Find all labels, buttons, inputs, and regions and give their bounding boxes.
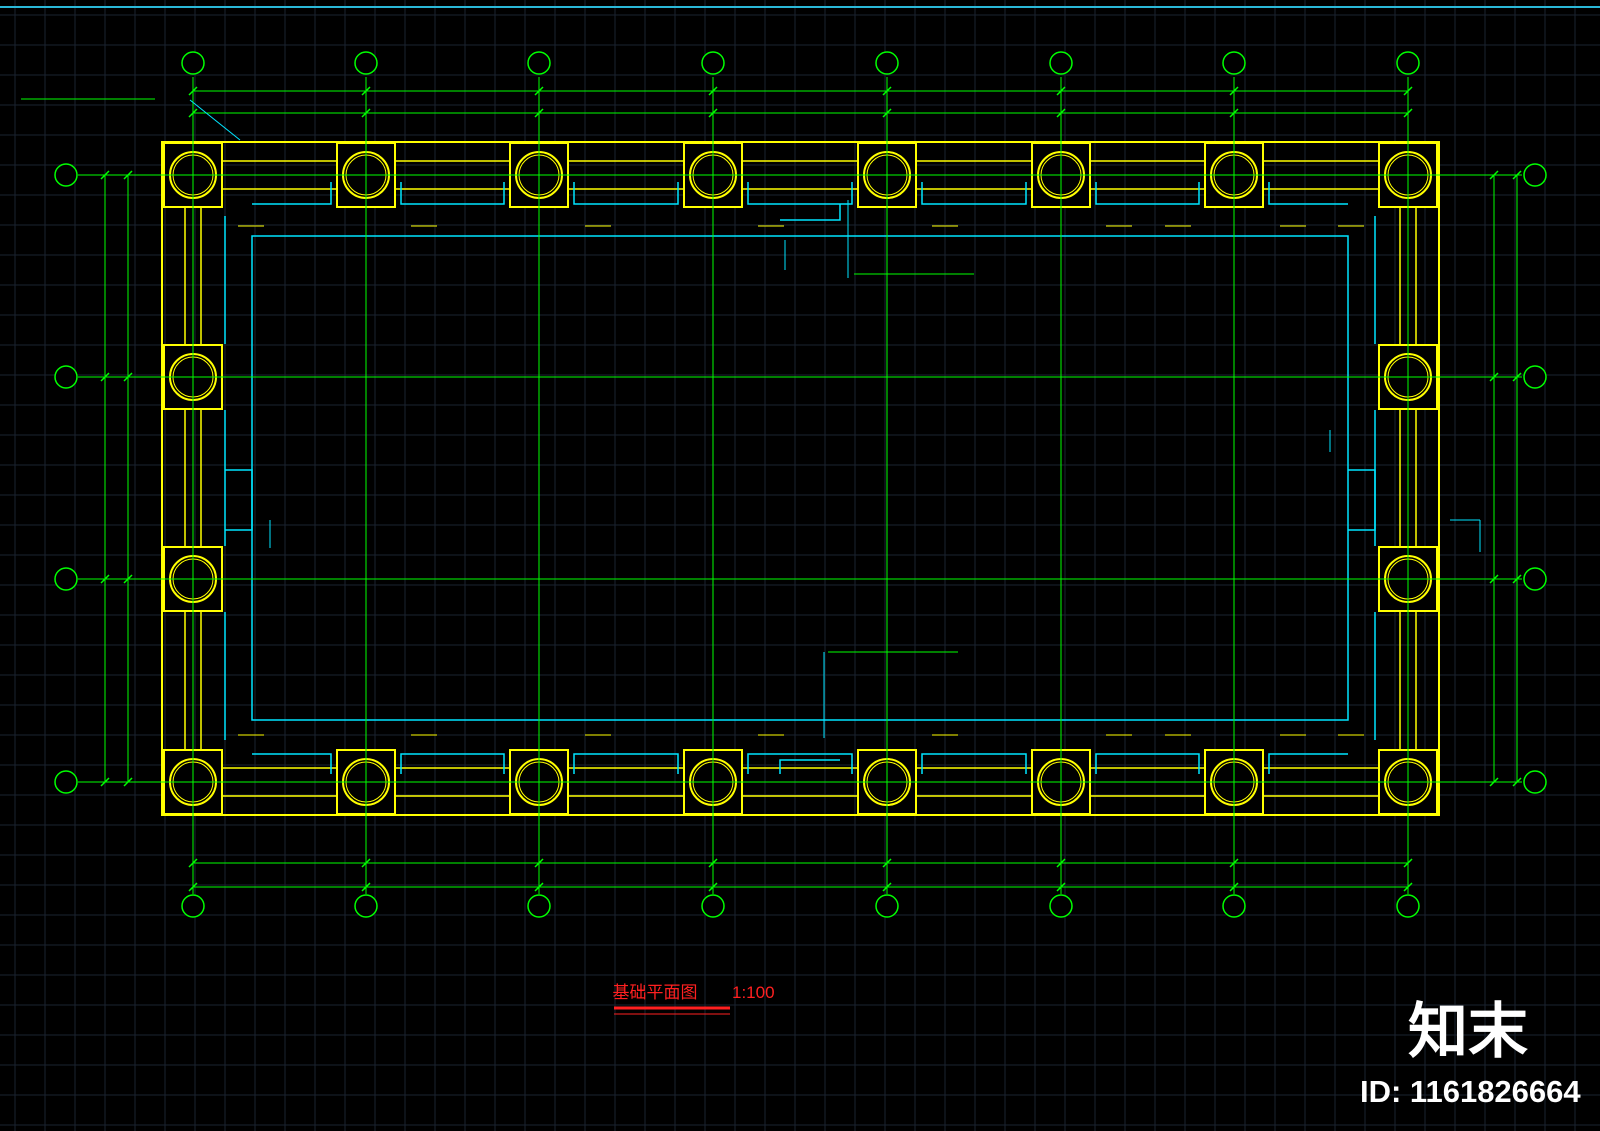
axis-bubble [1049, 51, 1073, 75]
axis-bubble [54, 365, 78, 389]
axis-bubble [527, 51, 551, 75]
axis-bubble [875, 894, 899, 918]
axis-bubble [354, 894, 378, 918]
axis-bubble [1222, 51, 1246, 75]
axis-bubble [527, 894, 551, 918]
axis-bubble [1523, 163, 1547, 187]
drawing-scale: 1:100 [732, 983, 775, 1002]
logo-text: 知末 [1408, 997, 1528, 1062]
axis-bubble [1396, 51, 1420, 75]
canvas-background [0, 0, 1600, 1131]
axis-bubble [181, 51, 205, 75]
axis-bubble [54, 770, 78, 794]
axis-bubble [701, 51, 725, 75]
drawing-title: 基础平面图 [613, 983, 698, 1003]
znzmo-logo-icon: 知末 [1408, 997, 1528, 1062]
axis-bubble [1523, 770, 1547, 794]
axis-bubble [1523, 365, 1547, 389]
axis-bubble [875, 51, 899, 75]
axis-bubble [1523, 567, 1547, 591]
foundation-plan-drawing: 基础平面图 1:100 [0, 0, 1600, 1131]
axis-bubble [54, 163, 78, 187]
axis-bubble [1222, 894, 1246, 918]
axis-bubble [701, 894, 725, 918]
axis-bubble [1049, 894, 1073, 918]
axis-bubble [181, 894, 205, 918]
axis-bubble [354, 51, 378, 75]
axis-bubble [1396, 894, 1420, 918]
image-id-label: ID: 1161826664 [1360, 1074, 1581, 1109]
axis-bubble [54, 567, 78, 591]
